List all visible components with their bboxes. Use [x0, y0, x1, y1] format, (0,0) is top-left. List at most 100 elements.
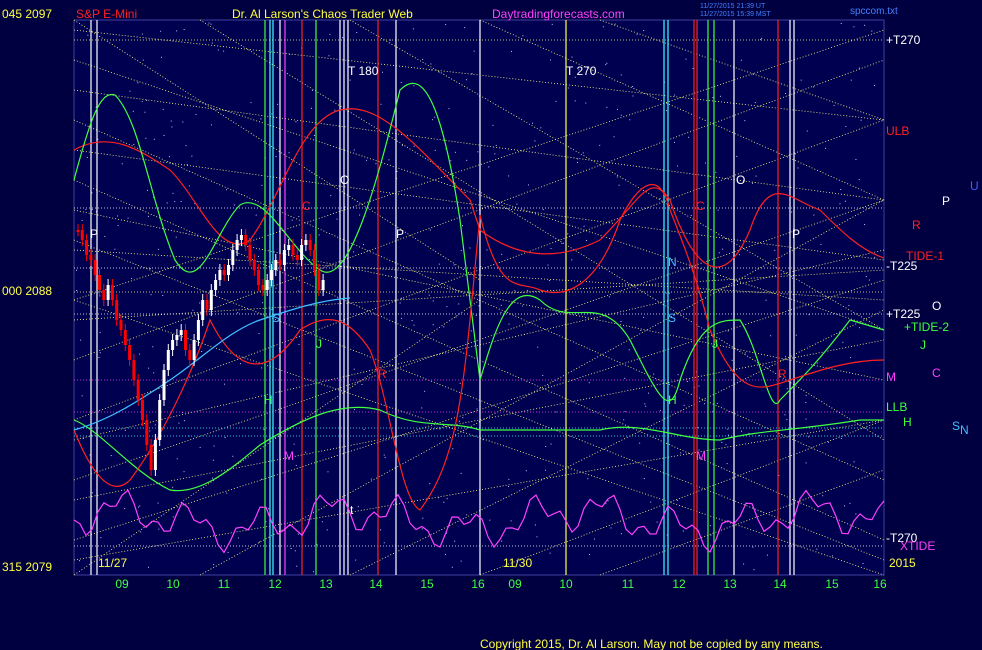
star-dot: [412, 28, 414, 30]
star-dot: [606, 106, 608, 108]
star-dot: [454, 182, 456, 184]
plot-marker: O: [340, 173, 349, 187]
star-dot: [805, 394, 807, 396]
star-dot: [715, 171, 717, 173]
star-dot: [89, 454, 91, 456]
star-dot: [366, 159, 368, 161]
star-dot: [588, 554, 590, 556]
star-dot: [676, 499, 678, 501]
star-dot: [144, 111, 146, 113]
star-dot: [291, 219, 293, 221]
plot-marker: C: [302, 199, 311, 213]
star-dot: [117, 224, 119, 226]
star-dot: [550, 443, 552, 445]
star-dot: [429, 483, 431, 485]
star-dot: [438, 263, 440, 265]
star-dot: [709, 525, 711, 527]
star-dot: [158, 528, 160, 530]
star-dot: [375, 163, 377, 165]
price-candle: [278, 260, 282, 265]
plot-marker: H: [264, 393, 273, 407]
star-dot: [527, 289, 529, 291]
star-dot: [465, 79, 467, 81]
star-dot: [430, 63, 432, 65]
star-dot: [297, 533, 299, 535]
star-dot: [668, 292, 670, 294]
price-candle: [123, 330, 127, 345]
star-dot: [659, 410, 661, 412]
star-dot: [460, 472, 462, 474]
star-dot: [860, 119, 862, 121]
star-dot: [716, 402, 718, 404]
price-candle: [171, 340, 175, 350]
plot-marker: S: [668, 311, 676, 325]
star-dot: [237, 312, 239, 314]
star-dot: [162, 295, 164, 297]
star-dot: [674, 94, 676, 96]
star-dot: [211, 124, 213, 126]
star-dot: [153, 138, 155, 140]
star-dot: [632, 95, 634, 97]
star-dot: [443, 501, 445, 503]
star-dot: [758, 435, 760, 437]
star-dot: [99, 332, 101, 334]
star-dot: [99, 352, 101, 354]
star-dot: [791, 211, 793, 213]
x-tick-label: 09: [115, 577, 129, 591]
price-candle: [313, 250, 316, 270]
star-dot: [473, 50, 475, 52]
star-dot: [522, 35, 524, 37]
x-tick-label: 11: [622, 577, 635, 591]
star-dot: [806, 130, 808, 132]
star-dot: [327, 471, 329, 473]
star-dot: [561, 242, 563, 244]
star-dot: [363, 244, 365, 246]
star-dot: [853, 26, 855, 28]
star-dot: [141, 33, 143, 35]
star-dot: [356, 32, 358, 34]
star-dot: [422, 58, 424, 60]
star-dot: [567, 87, 569, 89]
star-dot: [545, 469, 547, 471]
star-dot: [147, 215, 149, 217]
star-dot: [624, 377, 626, 379]
star-dot: [76, 289, 78, 291]
price-candle: [145, 420, 149, 445]
star-dot: [321, 521, 323, 523]
right-label: XTIDE: [900, 539, 935, 553]
star-dot: [510, 50, 512, 52]
star-dot: [606, 62, 608, 64]
star-dot: [413, 324, 415, 326]
star-dot: [290, 548, 292, 550]
star-dot: [721, 441, 723, 443]
star-dot: [124, 508, 126, 510]
star-dot: [688, 136, 690, 138]
year-label: 2015: [889, 556, 916, 570]
price-candle: [89, 255, 93, 260]
star-dot: [677, 374, 679, 376]
star-dot: [853, 461, 855, 463]
star-dot: [500, 311, 502, 313]
price-candle: [162, 370, 166, 400]
star-dot: [643, 478, 645, 480]
star-dot: [344, 206, 346, 208]
star-dot: [629, 119, 631, 121]
star-dot: [185, 145, 187, 147]
star-dot: [460, 560, 462, 562]
star-dot: [255, 214, 257, 216]
star-dot: [132, 110, 134, 112]
star-dot: [593, 538, 595, 540]
star-dot: [175, 236, 177, 238]
star-dot: [795, 334, 797, 336]
price-candle: [179, 330, 183, 335]
x-tick-label: 12: [268, 577, 282, 591]
star-dot: [152, 346, 154, 348]
star-dot: [754, 102, 756, 104]
star-dot: [124, 429, 126, 431]
star-dot: [794, 153, 796, 155]
star-dot: [446, 306, 448, 308]
x-tick-label: 16: [873, 577, 887, 591]
star-dot: [127, 217, 129, 219]
star-dot: [842, 341, 844, 343]
star-dot: [293, 443, 295, 445]
